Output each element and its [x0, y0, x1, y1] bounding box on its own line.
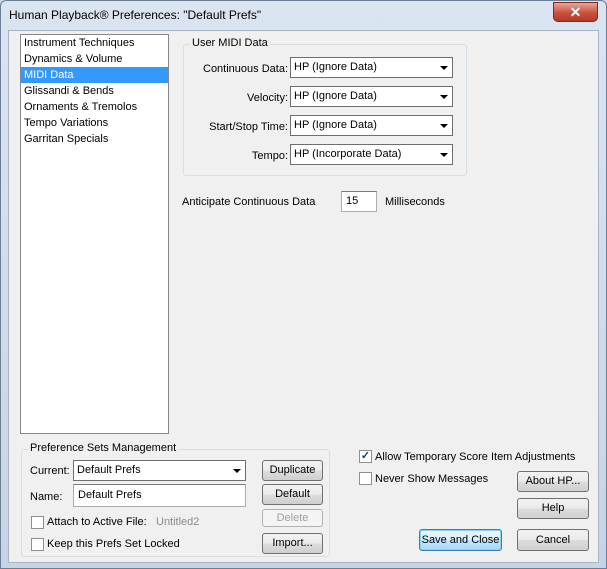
- attach-to-file-checkbox[interactable]: [31, 516, 44, 529]
- close-icon: ✕: [569, 4, 582, 20]
- delete-button[interactable]: Delete: [262, 509, 323, 527]
- tempo-label: Tempo:: [251, 150, 288, 162]
- category-item-dynamics-volume[interactable]: Dynamics & Volume: [21, 51, 168, 67]
- category-item-garritan-specials[interactable]: Garritan Specials: [21, 131, 168, 147]
- start-stop-time-label: Start/Stop Time:: [209, 121, 288, 133]
- continuous-data-label: Continuous Data:: [203, 63, 288, 75]
- keep-locked-label: Keep this Prefs Set Locked: [47, 538, 180, 550]
- continuous-data-select[interactable]: HP (Ignore Data): [290, 57, 453, 78]
- category-item-midi-data[interactable]: MIDI Data: [21, 67, 168, 83]
- preference-sets-legend: Preference Sets Management: [28, 442, 179, 454]
- continuous-data-value: HP (Ignore Data): [294, 61, 377, 73]
- category-list[interactable]: Instrument Techniques Dynamics & Volume …: [20, 34, 169, 434]
- close-button[interactable]: ✕: [553, 2, 598, 22]
- never-show-messages-label: Never Show Messages: [375, 473, 489, 485]
- current-label: Current:: [30, 465, 70, 477]
- default-button[interactable]: Default: [262, 484, 323, 505]
- name-label: Name:: [30, 491, 63, 503]
- chevron-down-icon: [440, 66, 448, 70]
- prefs-name-value: Default Prefs: [78, 489, 142, 501]
- import-button[interactable]: Import...: [262, 533, 323, 554]
- chevron-down-icon: [440, 95, 448, 99]
- window-title: Human Playback® Preferences: "Default Pr…: [9, 8, 262, 22]
- velocity-label: Velocity:: [247, 92, 288, 104]
- attached-file-name: Untitled2: [156, 516, 200, 528]
- dialog-client-area: Instrument Techniques Dynamics & Volume …: [8, 30, 599, 563]
- category-item-glissandi-bends[interactable]: Glissandi & Bends: [21, 83, 168, 99]
- category-item-instrument-techniques[interactable]: Instrument Techniques: [21, 35, 168, 51]
- chevron-down-icon: [440, 153, 448, 157]
- never-show-messages-checkbox[interactable]: [359, 472, 372, 485]
- start-stop-time-select[interactable]: HP (Ignore Data): [290, 115, 453, 136]
- tempo-select[interactable]: HP (Incorporate Data): [290, 144, 453, 165]
- anticipate-ms-field[interactable]: 15: [341, 191, 377, 212]
- category-item-ornaments-tremolos[interactable]: Ornaments & Tremolos: [21, 99, 168, 115]
- user-midi-data-legend: User MIDI Data: [190, 37, 270, 49]
- chevron-down-icon: [440, 124, 448, 128]
- current-prefs-value: Default Prefs: [77, 464, 141, 476]
- about-hp-button[interactable]: About HP...: [517, 471, 589, 492]
- user-midi-data-group: User MIDI Data Continuous Data: HP (Igno…: [183, 37, 467, 176]
- chevron-down-icon: [233, 469, 241, 473]
- duplicate-button[interactable]: Duplicate: [262, 460, 323, 481]
- cancel-button[interactable]: Cancel: [517, 529, 589, 551]
- title-bar[interactable]: Human Playback® Preferences: "Default Pr…: [1, 1, 606, 31]
- allow-temp-adjustments-label: Allow Temporary Score Item Adjustments: [375, 451, 576, 463]
- attach-to-file-label: Attach to Active File:: [47, 516, 147, 528]
- tempo-value: HP (Incorporate Data): [294, 148, 402, 160]
- velocity-select[interactable]: HP (Ignore Data): [290, 86, 453, 107]
- start-stop-time-value: HP (Ignore Data): [294, 119, 377, 131]
- prefs-name-field[interactable]: Default Prefs: [73, 484, 246, 507]
- preference-sets-group: Preference Sets Management Current: Defa…: [21, 442, 330, 557]
- current-prefs-select[interactable]: Default Prefs: [73, 460, 246, 481]
- keep-locked-checkbox[interactable]: [31, 538, 44, 551]
- save-and-close-button[interactable]: Save and Close: [419, 529, 502, 551]
- milliseconds-label: Milliseconds: [385, 196, 445, 208]
- category-item-tempo-variations[interactable]: Tempo Variations: [21, 115, 168, 131]
- velocity-value: HP (Ignore Data): [294, 90, 377, 102]
- allow-temp-adjustments-checkbox[interactable]: [359, 450, 372, 463]
- anticipate-ms-value: 15: [346, 195, 359, 207]
- help-button[interactable]: Help: [517, 498, 589, 519]
- preferences-window: Human Playback® Preferences: "Default Pr…: [0, 0, 607, 569]
- anticipate-label: Anticipate Continuous Data: [182, 196, 316, 208]
